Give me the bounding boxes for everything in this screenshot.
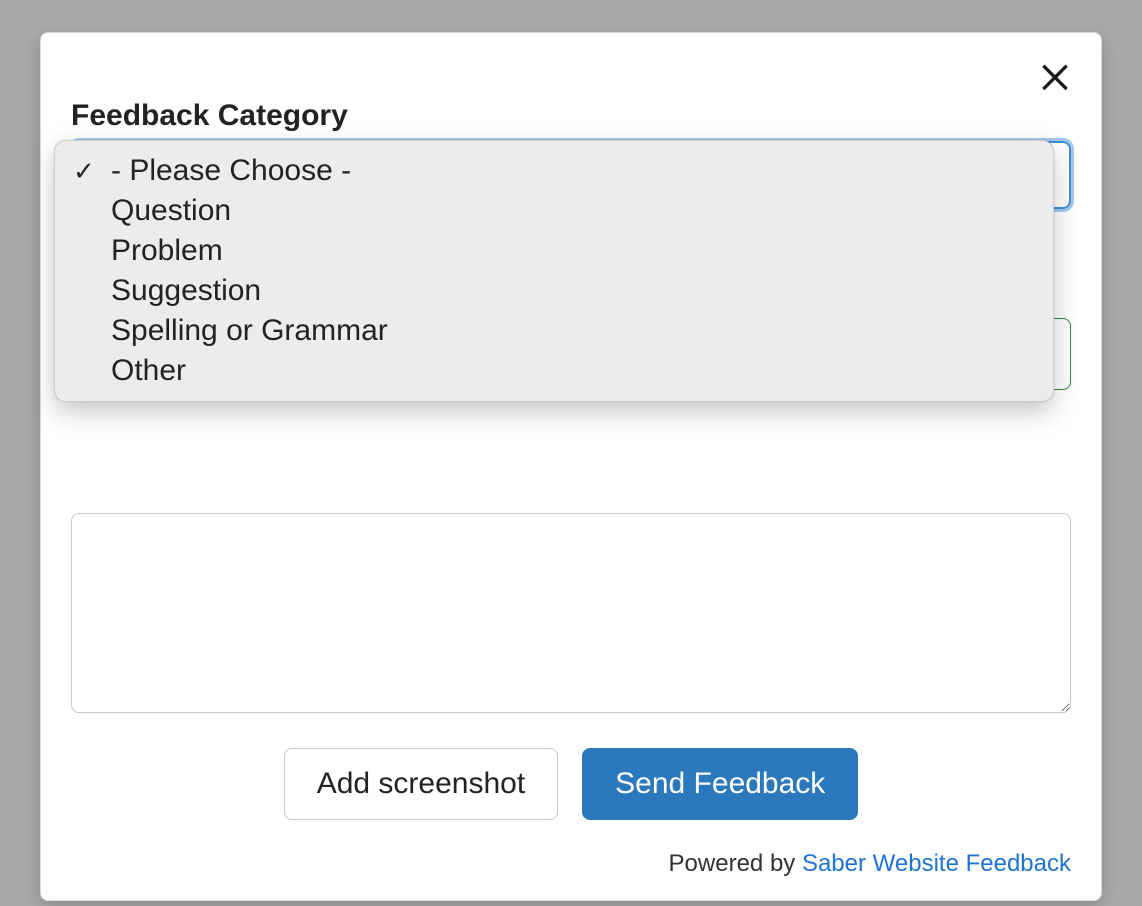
feedback-category-dropdown[interactable]: - Please Choose -QuestionProblemSuggesti… xyxy=(54,140,1054,402)
dropdown-option[interactable]: Problem xyxy=(55,231,1053,271)
close-icon[interactable] xyxy=(1035,55,1075,95)
footer-prefix: Powered by xyxy=(669,850,802,877)
dropdown-option[interactable]: Question xyxy=(55,191,1053,231)
add-screenshot-button[interactable]: Add screenshot xyxy=(284,748,558,820)
feedback-category-label: Feedback Category xyxy=(71,99,1071,133)
dropdown-option[interactable]: Spelling or Grammar xyxy=(55,311,1053,351)
dropdown-option[interactable]: - Please Choose - xyxy=(55,151,1053,191)
feedback-textarea[interactable] xyxy=(71,513,1071,713)
send-feedback-button[interactable]: Send Feedback xyxy=(582,748,858,820)
modal-footer: Powered by Saber Website Feedback xyxy=(71,850,1071,878)
dropdown-option[interactable]: Suggestion xyxy=(55,271,1053,311)
footer-link[interactable]: Saber Website Feedback xyxy=(802,850,1071,877)
dropdown-option[interactable]: Other xyxy=(55,351,1053,391)
button-row: Add screenshot Send Feedback xyxy=(71,748,1071,820)
